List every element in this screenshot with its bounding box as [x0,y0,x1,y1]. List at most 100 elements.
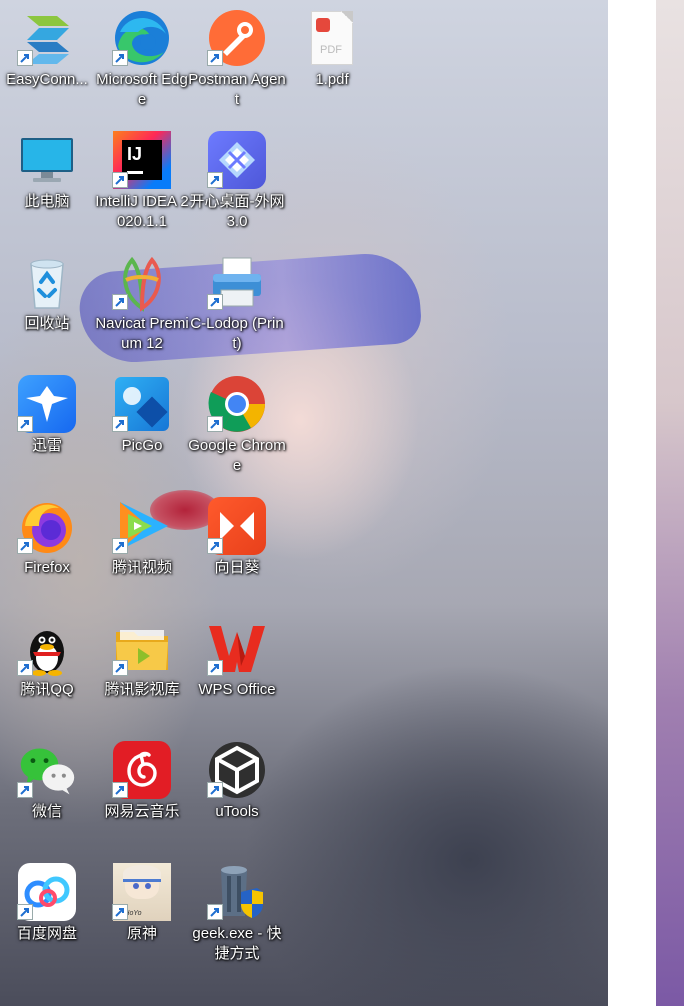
icon-label: 百度网盘 [16,925,77,942]
shortcut-arrow-icon [207,660,223,676]
recycle-bin-icon [17,252,77,312]
desktop-icon-video-library[interactable]: 腾讯影视库 [96,612,188,730]
chrome-icon [207,374,267,434]
shortcut-arrow-icon [112,660,128,676]
desktop-gap [608,0,656,1006]
desktop-icon-wechat[interactable]: 微信 [1,734,93,852]
icon-label: 腾讯视频 [111,559,172,576]
desktop-icon-clodop[interactable]: C-Lodop (Print) [190,246,284,364]
pdf-file-icon: PDF [302,8,362,68]
shortcut-arrow-icon [207,50,223,66]
icon-label: WPS Office [198,681,276,698]
desktop-icon-postman[interactable]: Postman Agent [188,2,286,120]
icon-label: 1.pdf [315,71,349,88]
baidu-netdisk-icon [17,862,77,922]
desktop-icon-xunlei[interactable]: 迅雷 [1,368,93,486]
easyconnect-icon [17,8,77,68]
desktop-icon-navicat[interactable]: Navicat Premium 12 [95,246,189,364]
genshin-icon: miHoYo [112,862,172,922]
pdf-badge-text: PDF [320,44,342,56]
icon-label: 向日葵 [214,559,260,576]
icon-label: Firefox [24,559,70,576]
shortcut-arrow-icon [207,904,223,920]
geek-uninstaller-icon [207,862,267,922]
qq-penguin-icon [17,618,77,678]
shortcut-arrow-icon [207,416,223,432]
desktop-icon-picgo[interactable]: PicGo [96,368,188,486]
wechat-icon [17,740,77,800]
icon-label: Postman Agent [188,71,286,108]
thunder-icon [17,374,77,434]
video-library-folder-icon [112,618,172,678]
icon-label: Navicat Premium 12 [95,315,189,352]
desktop-icon-genshin[interactable]: miHoYo 原神 [96,856,188,974]
picgo-icon [112,374,172,434]
edge-icon [112,8,172,68]
icon-label: 腾讯QQ [20,681,74,698]
kaixin-desktop-icon [207,130,267,190]
icon-label: 迅雷 [31,437,62,454]
shortcut-arrow-icon [207,782,223,798]
navicat-icon [112,252,172,312]
tencent-video-icon [112,496,172,556]
shortcut-arrow-icon [17,50,33,66]
desktop-icon-chrome[interactable]: Google Chrome [188,368,286,486]
icon-label: 回收站 [24,315,70,332]
intellij-icon: IJ [112,130,172,190]
icon-label: 此电脑 [24,193,70,210]
desktop-icon-netease-music[interactable]: 网易云音乐 [96,734,188,852]
netease-music-icon [112,740,172,800]
desktop-icon-intellij[interactable]: IJ IntelliJ IDEA 2020.1.1 [95,124,189,242]
shortcut-arrow-icon [112,538,128,554]
shortcut-arrow-icon [207,172,223,188]
icon-label: 开心桌面-外网 3.0 [189,193,285,230]
icon-label: Google Chrome [188,437,286,474]
wps-icon [207,618,267,678]
desktop-icon-utools[interactable]: uTools [191,734,283,852]
utools-icon [207,740,267,800]
printer-icon [207,252,267,312]
shortcut-arrow-icon [112,416,128,432]
postman-icon [207,8,267,68]
icon-label: IntelliJ IDEA 2020.1.1 [95,193,189,230]
desktop-icon-kaixin-desktop[interactable]: 开心桌面-外网 3.0 [190,124,285,242]
desktop-icon-qq[interactable]: 腾讯QQ [1,612,93,730]
shortcut-arrow-icon [17,538,33,554]
desktop-icon-tencent-video[interactable]: 腾讯视频 [96,490,188,608]
icon-label: PicGo [121,437,163,454]
desktop-icon-baidu-netdisk[interactable]: 百度网盘 [1,856,93,974]
shortcut-arrow-icon [112,782,128,798]
intellij-badge-text: IJ [127,144,143,164]
desktop-icon-geek[interactable]: geek.exe - 快捷方式 [191,856,283,974]
shortcut-arrow-icon [17,782,33,798]
shortcut-arrow-icon [207,294,223,310]
monitor-icon [17,130,77,190]
shortcut-arrow-icon [112,172,128,188]
sunflower-icon [207,496,267,556]
firefox-icon [17,496,77,556]
icon-label: 原神 [126,925,157,942]
shortcut-arrow-icon [112,50,128,66]
shortcut-arrow-icon [207,538,223,554]
desktop-icon-this-pc[interactable]: 此电脑 [1,124,93,242]
shortcut-arrow-icon [112,294,128,310]
desktop-icon-pdf[interactable]: PDF 1.pdf [286,2,378,120]
shortcut-arrow-icon [17,660,33,676]
icon-label: Microsoft Edge [96,71,188,108]
desktop-icon-edge[interactable]: Microsoft Edge [96,2,188,120]
shortcut-arrow-icon [17,904,33,920]
desktop-icon-wps[interactable]: WPS Office [191,612,283,730]
desktop-icon-sunflower[interactable]: 向日葵 [191,490,283,608]
icon-label: 腾讯影视库 [104,681,180,698]
desktop-icon-firefox[interactable]: Firefox [1,490,93,608]
second-monitor-wallpaper [656,0,684,1006]
icon-label: 网易云音乐 [104,803,180,820]
icon-label: uTools [215,803,259,820]
icon-label: 微信 [31,803,62,820]
shortcut-arrow-icon [112,904,128,920]
icon-label: EasyConn... [6,71,88,88]
shortcut-arrow-icon [17,416,33,432]
icon-label: C-Lodop (Print) [190,315,284,352]
desktop-icon-recycle-bin[interactable]: 回收站 [1,246,93,364]
desktop-icon-easyconnect[interactable]: EasyConn... [1,2,93,120]
